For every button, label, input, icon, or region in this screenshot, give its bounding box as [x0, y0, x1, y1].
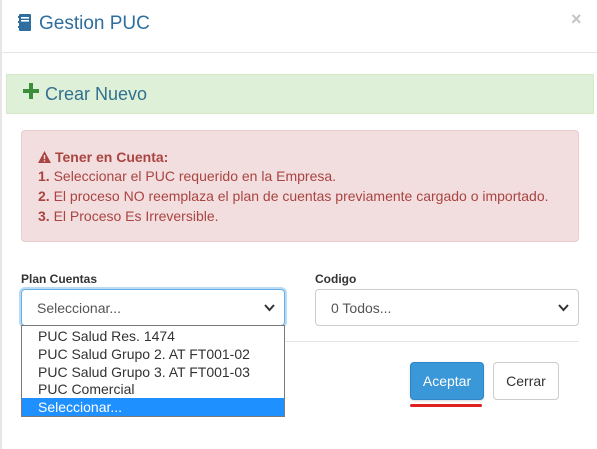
plan-cuentas-label: Plan Cuentas [21, 272, 98, 286]
warning-icon [38, 151, 51, 163]
plan-cuentas-value: Seleccionar... [37, 300, 122, 316]
chevron-down-icon [558, 304, 569, 312]
plan-cuentas-dropdown: PUC Salud Res. 1474 PUC Salud Grupo 2. A… [21, 325, 285, 417]
dropdown-option[interactable]: PUC Salud Grupo 3. AT FT001-03 [22, 363, 284, 381]
book-icon [18, 14, 31, 31]
accept-button[interactable]: Aceptar [410, 362, 484, 400]
footer-divider [285, 341, 579, 342]
alert-item-text: Seleccionar el PUC requerido en la Empre… [53, 168, 337, 184]
chevron-down-icon [264, 304, 275, 312]
alert-item-text: El proceso NO reemplaza el plan de cuent… [53, 188, 549, 204]
dropdown-option[interactable]: PUC Comercial [22, 380, 284, 398]
alert-item: 3. El Proceso Es Irreversible. [38, 208, 219, 224]
alert-heading-text: Tener en Cuenta: [55, 149, 169, 165]
alert-item: 2. El proceso NO reemplaza el plan de cu… [38, 188, 549, 204]
close-icon[interactable]: × [571, 10, 582, 28]
codigo-value: 0 Todos... [331, 300, 392, 316]
close-button[interactable]: Cerrar [493, 362, 559, 400]
gestion-puc-modal: Gestion PUC × Crear Nuevo Tener en Cuent… [0, 0, 597, 449]
alert-item-number: 3. [38, 208, 50, 224]
annotation-underline [410, 404, 482, 407]
alert-heading: Tener en Cuenta: [38, 149, 168, 165]
alert-item-number: 2. [38, 188, 50, 204]
modal-edge [0, 0, 2, 449]
dropdown-option-selected[interactable]: Seleccionar... [22, 398, 284, 416]
codigo-select[interactable]: 0 Todos... [315, 289, 579, 326]
dropdown-option[interactable]: PUC Salud Res. 1474 [22, 327, 284, 345]
dropdown-option[interactable]: PUC Salud Grupo 2. AT FT001-02 [22, 345, 284, 363]
modal-title: Gestion PUC [39, 13, 150, 34]
plus-icon [23, 83, 39, 99]
codigo-label: Codigo [315, 272, 357, 286]
plan-cuentas-select[interactable]: Seleccionar... [21, 289, 285, 326]
alert-item-text: El Proceso Es Irreversible. [53, 208, 219, 224]
warning-alert: Tener en Cuenta: 1. Seleccionar el PUC r… [21, 130, 579, 242]
modal-header: Gestion PUC × [2, 0, 597, 53]
alert-item: 1. Seleccionar el PUC requerido en la Em… [38, 168, 336, 184]
create-new-button[interactable]: Crear Nuevo [6, 74, 594, 114]
create-new-label: Crear Nuevo [45, 84, 148, 104]
alert-item-number: 1. [38, 168, 50, 184]
